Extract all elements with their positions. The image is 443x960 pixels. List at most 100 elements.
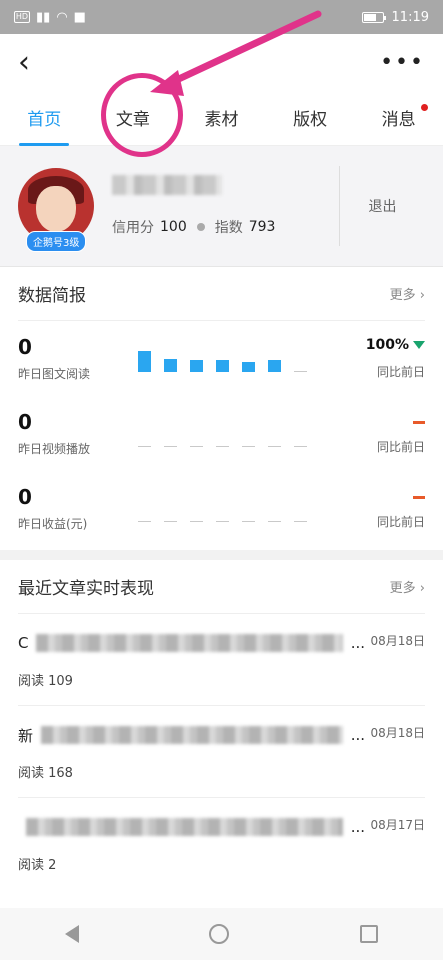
overview-title: 数据简报: [18, 286, 86, 306]
credit-value: 100: [160, 219, 187, 235]
recent-articles-section: 最近文章实时表现 更多 › C... 08月18日 阅读 109 新... 08…: [0, 560, 443, 889]
mini-bar-chart: [128, 496, 335, 522]
stat-value: 0: [18, 410, 32, 434]
level-badge: 企鹅号3级: [26, 231, 87, 252]
article-title: ...: [18, 816, 365, 838]
article-top: C... 08月18日: [18, 632, 425, 654]
tab-copyright[interactable]: 版权: [289, 90, 331, 146]
battery-icon: [361, 11, 386, 23]
avatar[interactable]: 企鹅号3级: [18, 168, 94, 252]
stat-label: 昨日收益(元): [18, 517, 88, 531]
recents-nav-icon[interactable]: [359, 925, 378, 943]
empty-bar: [294, 370, 307, 372]
mini-bar-chart: [128, 346, 335, 372]
stat-row-articles: 0 昨日图文阅读 100% 同比前日: [18, 321, 425, 396]
recent-title: 最近文章实时表现: [18, 579, 154, 599]
top-bar: ‹ •••: [0, 34, 443, 90]
recent-header: 最近文章实时表现 更多 ›: [18, 560, 425, 614]
empty-bar: [216, 520, 229, 522]
stat-value: 0: [18, 485, 32, 509]
section-divider: [0, 550, 443, 560]
article-title: 新...: [18, 724, 365, 746]
stat-left: 0 昨日图文阅读: [18, 335, 128, 382]
mini-bar: [242, 361, 255, 372]
back-nav-icon[interactable]: [65, 925, 80, 943]
stat-right: 同比前日: [335, 412, 425, 455]
more-label: 更多: [389, 288, 416, 303]
app-notification-icon: ■: [73, 9, 86, 25]
signal-icon: ▮▮: [36, 9, 51, 25]
article-item[interactable]: C... 08月18日 阅读 109: [18, 614, 425, 706]
empty-bar: [164, 520, 177, 522]
logout-button[interactable]: 退出: [339, 166, 425, 246]
mini-bar: [268, 359, 281, 372]
back-arrow-icon[interactable]: ‹: [18, 45, 48, 80]
empty-bar: [242, 445, 255, 447]
empty-bar: [294, 520, 307, 522]
tab-label: 版权: [293, 110, 328, 130]
index-value: 793: [248, 219, 276, 235]
article-date: 08月17日: [370, 818, 425, 832]
hd-icon: HD: [14, 11, 30, 23]
article-reads: 阅读 2: [18, 858, 57, 873]
stat-left: 0 昨日视频播放: [18, 410, 128, 457]
stat-right: 100% 同比前日: [335, 337, 425, 380]
empty-bar: [164, 445, 177, 447]
overview-section: 数据简报 更多 › 0 昨日图文阅读 100% 同比前日 0 昨日视频播放 同比…: [0, 267, 443, 546]
empty-bar: [294, 445, 307, 447]
empty-bar: [268, 445, 281, 447]
article-top: ... 08月17日: [18, 816, 425, 838]
article-item[interactable]: 新... 08月18日 阅读 168: [18, 706, 425, 798]
mini-bar: [190, 359, 203, 372]
tab-label: 素材: [204, 110, 239, 130]
home-nav-icon[interactable]: [209, 924, 230, 944]
tab-messages[interactable]: 消息: [378, 90, 428, 146]
stat-right: 同比前日: [335, 487, 425, 530]
tab-home[interactable]: 首页: [23, 90, 65, 146]
mini-bar: [164, 358, 177, 372]
tab-materials[interactable]: 素材: [200, 90, 242, 146]
overview-more-link[interactable]: 更多 ›: [390, 284, 425, 303]
stat-left: 0 昨日收益(元): [18, 485, 128, 532]
tab-bar: 首页 文章 素材 版权 消息: [0, 90, 443, 146]
recent-more-link[interactable]: 更多 ›: [390, 577, 425, 596]
title-ellipsis: ...: [350, 726, 365, 744]
empty-bar: [138, 520, 151, 522]
stat-label: 昨日视频播放: [18, 442, 91, 456]
mini-bar-chart: [128, 421, 335, 447]
article-item[interactable]: ... 08月17日 阅读 2: [18, 798, 425, 889]
avatar-face: [36, 186, 76, 232]
compare-label: 同比前日: [376, 440, 425, 454]
title-ellipsis: ...: [350, 818, 365, 836]
overview-header: 数据简报 更多 ›: [18, 267, 425, 321]
article-date: 08月18日: [370, 634, 425, 648]
stat-value: 0: [18, 335, 32, 359]
empty-bar: [190, 445, 203, 447]
credit-label: 信用分: [112, 220, 154, 236]
scores: 信用分 100 指数 793: [112, 217, 339, 237]
annotation-circle: [101, 73, 183, 157]
article-date: 08月18日: [370, 726, 425, 740]
empty-bar: [216, 445, 229, 447]
mini-bar: [138, 350, 151, 372]
wifi-icon: ◠: [56, 9, 68, 25]
no-change-dash-icon: [413, 496, 425, 499]
mini-bar: [216, 359, 229, 372]
stat-row-revenue: 0 昨日收益(元) 同比前日: [18, 471, 425, 546]
stat-change: [335, 487, 425, 503]
more-label: 更多: [389, 581, 416, 596]
tab-label: 消息: [381, 110, 416, 130]
unread-dot: [420, 103, 428, 111]
empty-bar: [268, 520, 281, 522]
empty-bar: [190, 520, 203, 522]
empty-bar: [242, 520, 255, 522]
down-triangle-icon: [413, 341, 425, 349]
stat-row-video: 0 昨日视频播放 同比前日: [18, 396, 425, 471]
more-menu-icon[interactable]: •••: [380, 50, 425, 75]
article-title: C...: [18, 632, 365, 654]
stat-label: 昨日图文阅读: [18, 367, 91, 381]
article-reads: 阅读 109: [18, 674, 73, 689]
profile-info: 信用分 100 指数 793: [94, 175, 339, 237]
change-value: 100%: [365, 337, 409, 353]
title-ellipsis: ...: [350, 634, 365, 652]
